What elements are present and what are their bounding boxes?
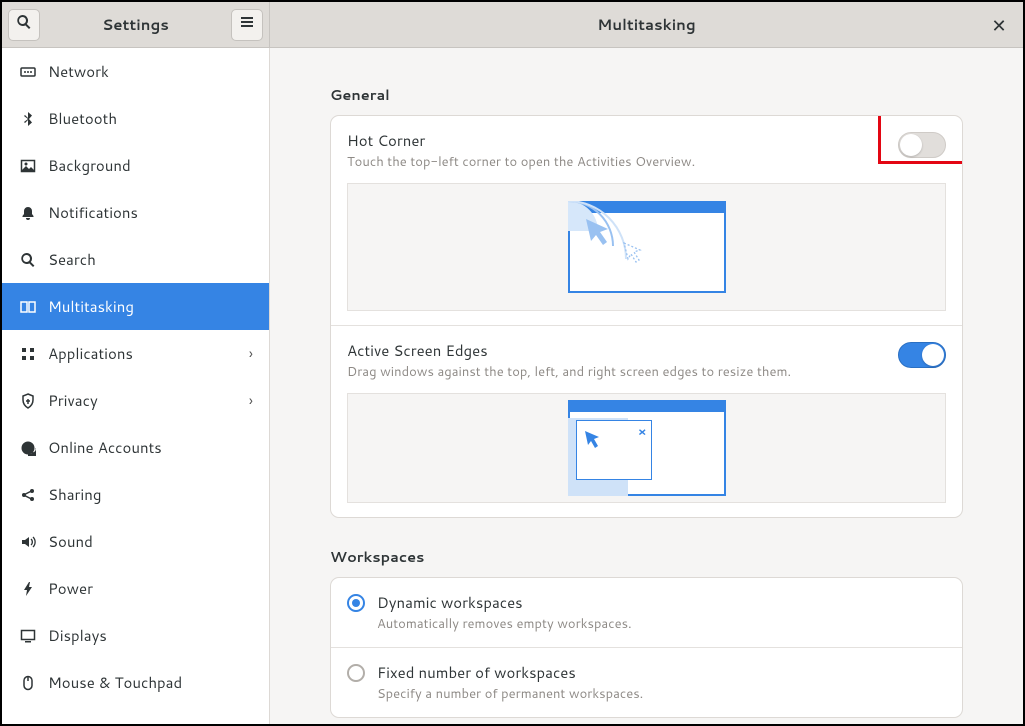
bell-icon [18, 203, 38, 223]
fixed-workspaces-option[interactable]: Fixed number of workspaces Specify a num… [331, 648, 962, 717]
active-edges-title: Active Screen Edges [347, 340, 898, 361]
sidebar-item-label: Multitasking [48, 296, 253, 317]
active-edges-subtitle: Drag windows against the top, left, and … [347, 363, 898, 381]
search-button[interactable] [8, 9, 40, 41]
sidebar-item-label: Online Accounts [48, 437, 253, 458]
active-edges-toggle[interactable] [898, 342, 946, 368]
dynamic-workspaces-subtitle: Automatically removes empty workspaces. [377, 615, 946, 633]
sidebar-item-label: Displays [48, 625, 253, 646]
sidebar-item-label: Network [48, 61, 253, 82]
sidebar-item-label: Bluetooth [48, 108, 253, 129]
network-icon [18, 62, 38, 82]
sidebar-item-mouse[interactable]: Mouse & Touchpad [2, 659, 269, 706]
hot-corner-title: Hot Corner [347, 130, 898, 151]
hot-corner-illustration [347, 183, 946, 311]
at-icon [18, 438, 38, 458]
sidebar-item-label: Privacy [48, 390, 249, 411]
sidebar-item-label: Power [48, 578, 253, 599]
power-icon [18, 579, 38, 599]
sidebar-item-notifications[interactable]: Notifications [2, 189, 269, 236]
body: Network Bluetooth Background Notificatio… [2, 48, 1023, 724]
sidebar-item-label: Sound [48, 531, 253, 552]
fixed-workspaces-title: Fixed number of workspaces [377, 662, 946, 683]
page-title: Multitasking [270, 14, 1023, 35]
active-edges-row: Active Screen Edges Drag windows against… [331, 326, 962, 517]
sidebar-item-sound[interactable]: Sound [2, 518, 269, 565]
hot-corner-toggle[interactable] [898, 132, 946, 158]
sidebar-item-background[interactable]: Background [2, 142, 269, 189]
settings-window: Settings Multitasking ✕ Network Bluetoot… [0, 0, 1025, 726]
multitasking-icon [18, 297, 38, 317]
sidebar-item-online-accounts[interactable]: Online Accounts [2, 424, 269, 471]
sound-icon [18, 532, 38, 552]
dynamic-workspaces-option[interactable]: Dynamic workspaces Automatically removes… [331, 578, 962, 648]
menu-icon [239, 14, 255, 35]
sidebar-item-label: Background [48, 155, 253, 176]
hamburger-button[interactable] [231, 9, 263, 41]
sidebar-item-multitasking[interactable]: Multitasking [2, 283, 269, 330]
chevron-right-icon: › [249, 390, 253, 411]
share-icon [18, 485, 38, 505]
sidebar-title: Settings [40, 14, 231, 35]
dynamic-workspaces-title: Dynamic workspaces [377, 592, 946, 613]
sidebar-item-privacy[interactable]: Privacy › [2, 377, 269, 424]
sidebar-item-sharing[interactable]: Sharing [2, 471, 269, 518]
chevron-right-icon: › [249, 343, 253, 364]
sidebar-item-power[interactable]: Power [2, 565, 269, 612]
sidebar-item-label: Applications [48, 343, 249, 364]
titlebar-right: Multitasking ✕ [270, 2, 1023, 47]
close-icon: ✕ [991, 12, 1006, 38]
sidebar-item-network[interactable]: Network [2, 48, 269, 95]
sidebar-item-applications[interactable]: Applications › [2, 330, 269, 377]
content[interactable]: General Hot Corner Touch the top-left co… [270, 48, 1023, 724]
search-icon [18, 250, 38, 270]
mouse-icon [18, 673, 38, 693]
workspaces-card: Dynamic workspaces Automatically removes… [330, 577, 963, 718]
titlebar: Settings Multitasking ✕ [2, 2, 1023, 48]
sidebar-item-bluetooth[interactable]: Bluetooth [2, 95, 269, 142]
sidebar[interactable]: Network Bluetooth Background Notificatio… [2, 48, 270, 724]
close-button[interactable]: ✕ [985, 11, 1013, 39]
sidebar-item-label: Search [48, 249, 253, 270]
section-heading-general: General [330, 84, 963, 105]
bluetooth-icon [18, 109, 38, 129]
hot-corner-subtitle: Touch the top-left corner to open the Ac… [347, 153, 898, 171]
display-icon [18, 626, 38, 646]
background-icon [18, 156, 38, 176]
general-card: Hot Corner Touch the top-left corner to … [330, 115, 963, 518]
section-heading-workspaces: Workspaces [330, 546, 963, 567]
hot-corner-row: Hot Corner Touch the top-left corner to … [331, 116, 962, 326]
sidebar-item-search[interactable]: Search [2, 236, 269, 283]
privacy-icon [18, 391, 38, 411]
active-edges-illustration: × [347, 393, 946, 503]
fixed-workspaces-subtitle: Specify a number of permanent workspaces… [377, 685, 946, 703]
sidebar-item-displays[interactable]: Displays [2, 612, 269, 659]
titlebar-left: Settings [2, 2, 270, 47]
search-icon [16, 14, 32, 35]
sidebar-item-label: Notifications [48, 202, 253, 223]
apps-icon [18, 344, 38, 364]
sidebar-item-label: Mouse & Touchpad [48, 672, 253, 693]
radio-icon [347, 664, 365, 682]
sidebar-item-label: Sharing [48, 484, 253, 505]
radio-icon [347, 594, 365, 612]
